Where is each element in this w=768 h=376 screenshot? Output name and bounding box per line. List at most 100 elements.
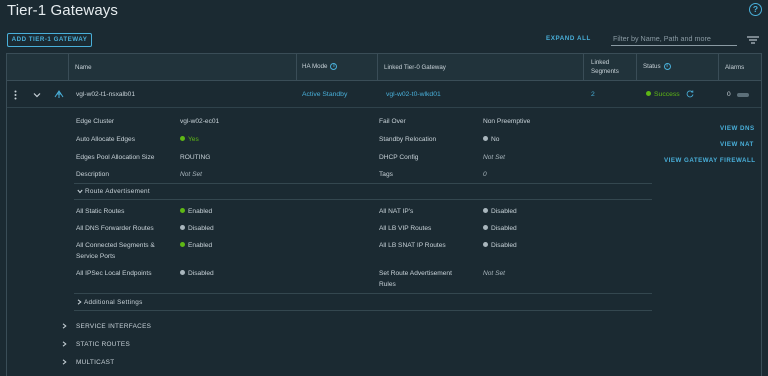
view-dns-link[interactable]: VIEW DNS [720, 125, 755, 132]
column-header-ha-mode[interactable]: HA Mode i [302, 63, 338, 71]
route-value: Disabled [483, 242, 517, 249]
auto-allocate-text: Yes [188, 136, 199, 143]
detail-label: Tags [379, 171, 393, 178]
status-dot [180, 208, 185, 214]
standby-relocation-value: No [483, 136, 499, 143]
status-dot [483, 242, 488, 248]
route-advertisement-toggle[interactable]: Route Advertisement [77, 188, 150, 195]
info-icon[interactable]: i [663, 63, 671, 70]
service-interfaces-title: SERVICE INTERFACES [75, 323, 152, 330]
page-title: Tier-1 Gateways [7, 2, 118, 19]
column-separator [377, 54, 378, 81]
route-value-text: Disabled [188, 225, 214, 232]
chevron-right-icon [62, 359, 67, 365]
route-label: Rules [379, 281, 396, 288]
status-dot [646, 91, 651, 97]
detail-label: Auto Allocate Edges [76, 136, 136, 143]
edge-cluster-value: vgl-w02-ec01 [180, 118, 220, 125]
filter-input[interactable] [611, 32, 737, 46]
tier1-gateway-icon [54, 90, 64, 98]
column-separator [718, 54, 719, 81]
description-value: Not Set [180, 171, 202, 178]
chevron-right-icon [62, 323, 67, 329]
view-nat-link[interactable]: VIEW NAT [720, 141, 754, 148]
status-badge: Success [646, 91, 680, 98]
chevron-down-icon[interactable] [33, 92, 41, 98]
expand-all-button[interactable]: EXPAND ALL [546, 35, 591, 42]
add-tier1-gateway-button[interactable]: ADD TIER-1 GATEWAY [7, 33, 92, 47]
column-separator [68, 54, 69, 81]
status-dot [180, 136, 185, 142]
detail-label: Standby Relocation [379, 136, 437, 143]
route-value: Disabled [180, 270, 214, 277]
route-label: Set Route Advertisement [379, 270, 452, 277]
service-interfaces-toggle[interactable]: SERVICE INTERFACES [62, 323, 151, 330]
linked-tier0-link[interactable]: vgl-w02-t0-wlkd01 [386, 91, 441, 98]
standby-relocation-text: No [491, 136, 500, 143]
column-header-ha-mode-label: HA Mode [302, 63, 328, 71]
auto-allocate-value: Yes [180, 136, 199, 143]
chevron-right-icon [62, 341, 67, 347]
route-value-text: Enabled [188, 208, 213, 215]
route-value-text: Disabled [188, 270, 214, 277]
status-text: Success [654, 91, 680, 98]
column-separator [636, 54, 637, 81]
column-header-name[interactable]: Name [75, 64, 92, 71]
route-label: All Static Routes [76, 208, 125, 215]
tags-value: 0 [483, 171, 487, 178]
column-header-status[interactable]: Status i [643, 63, 671, 70]
static-routes-title: STATIC ROUTES [75, 341, 131, 348]
column-header-status-label: Status [643, 63, 661, 71]
divider [74, 310, 652, 311]
multicast-toggle[interactable]: MULTICAST [62, 359, 114, 366]
linked-segments-link[interactable]: 2 [591, 91, 595, 98]
dhcp-config-value: Not Set [483, 154, 505, 161]
route-advertisement-title: Route Advertisement [84, 188, 150, 195]
status-dot [483, 225, 488, 231]
column-header-linked-segments-2[interactable]: Segments [591, 68, 619, 75]
alarms-count: 0 [727, 91, 731, 98]
route-rules-value: Not Set [483, 270, 505, 277]
route-value-text: Disabled [491, 242, 517, 249]
route-value-text: Disabled [491, 208, 517, 215]
route-label: All Connected Segments & [76, 242, 155, 249]
route-label: All IPSec Local Endpoints [76, 270, 152, 277]
route-label: Service Ports [76, 253, 116, 260]
status-dot [483, 208, 488, 214]
help-icon[interactable]: ? [749, 3, 762, 16]
view-gateway-firewall-link[interactable]: VIEW GATEWAY FIREWALL [664, 157, 756, 164]
chevron-right-icon [77, 299, 82, 305]
route-label: All NAT IP's [379, 208, 414, 215]
fail-over-value: Non Preemptive [483, 118, 531, 125]
static-routes-toggle[interactable]: STATIC ROUTES [62, 341, 130, 348]
route-value-text: Disabled [491, 225, 517, 232]
info-icon[interactable]: i [330, 63, 338, 70]
column-header-linked-tier0[interactable]: Linked Tier-0 Gateway [384, 64, 446, 71]
column-separator [296, 54, 297, 81]
detail-label: Description [76, 171, 109, 178]
additional-settings-toggle[interactable]: Additional Settings [77, 299, 143, 306]
status-dot [483, 136, 488, 142]
column-header-linked-segments-1[interactable]: Linked [591, 59, 609, 66]
route-value: Disabled [180, 225, 214, 232]
detail-label: Edges Pool Allocation Size [76, 154, 155, 161]
chevron-down-icon [77, 189, 83, 194]
filter-icon[interactable] [747, 36, 759, 44]
status-dot [180, 225, 185, 231]
detail-label: Fail Over [379, 118, 406, 125]
ha-mode-value: Active Standby [302, 91, 348, 98]
refresh-icon[interactable] [686, 90, 694, 98]
gateway-name: vgl-w02-t1-nsxalb01 [76, 91, 136, 98]
alarm-indicator [737, 93, 749, 97]
additional-settings-title: Additional Settings [83, 299, 143, 306]
divider [74, 183, 652, 184]
route-value: Enabled [180, 208, 212, 215]
detail-label: DHCP Config [379, 154, 419, 161]
column-header-alarms[interactable]: Alarms [725, 64, 744, 71]
route-value: Enabled [180, 242, 212, 249]
detail-label: Edge Cluster [76, 118, 115, 125]
divider [74, 293, 652, 294]
pool-allocation-value: ROUTING [180, 154, 211, 161]
status-dot [180, 242, 185, 248]
more-actions-icon[interactable] [14, 90, 17, 100]
